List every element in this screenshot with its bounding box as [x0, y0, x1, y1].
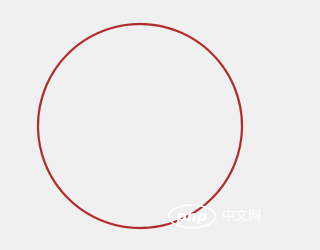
watermark: php 中文网	[167, 203, 272, 230]
php-logo-badge: php	[167, 203, 217, 230]
logo-text: php	[176, 208, 208, 225]
site-name-text: 中文网	[222, 209, 262, 224]
circle-outline	[36, 22, 244, 230]
canvas: php 中文网	[0, 0, 274, 250]
